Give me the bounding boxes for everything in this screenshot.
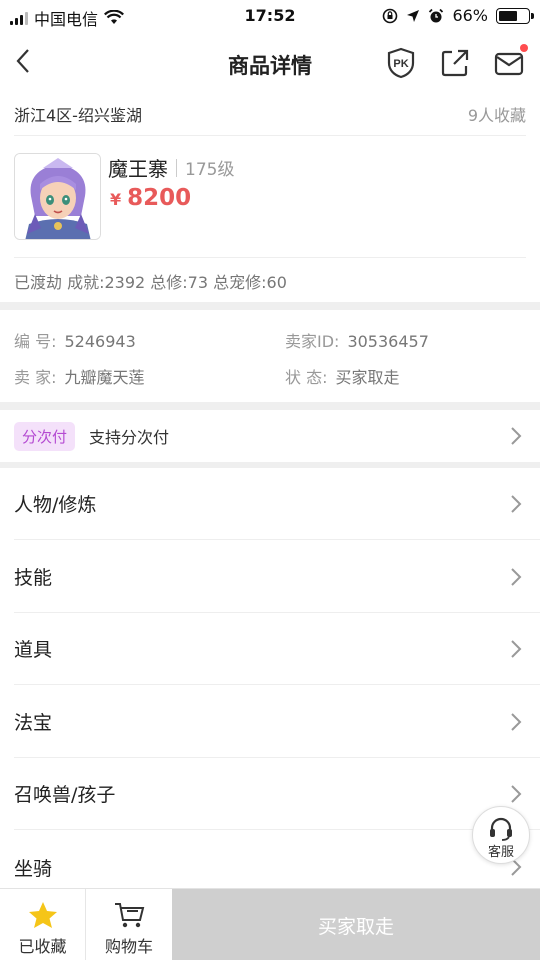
share-icon bbox=[441, 49, 469, 77]
headset-icon bbox=[490, 817, 512, 841]
character-level: 175级 bbox=[185, 160, 235, 180]
cart-label: 购物车 bbox=[104, 937, 153, 956]
menu-item-label: 法宝 bbox=[14, 712, 53, 734]
unread-dot bbox=[520, 44, 528, 52]
price: ¥ 8200 bbox=[110, 185, 191, 211]
server-row: 浙江4区-绍兴鉴湖 9人收藏 bbox=[14, 92, 526, 136]
buyer-taken-button[interactable]: 买家取走 bbox=[172, 889, 540, 960]
favorite-button[interactable]: 已收藏 bbox=[0, 889, 86, 960]
status-bar: 中国电信 17:52 66% bbox=[0, 0, 540, 34]
achievements-summary: 已渡劫 成就:2392 总修:73 总宠修:60 bbox=[14, 273, 287, 292]
favorite-label: 已收藏 bbox=[18, 937, 67, 956]
character-class: 魔王寨 bbox=[108, 157, 168, 181]
item-id-row: 编 号: 5246943 bbox=[14, 328, 136, 352]
detail-menu: 人物/修炼 技能 道具 法宝 召唤兽/孩子 坐骑 bbox=[0, 468, 540, 888]
chevron-right-icon bbox=[511, 427, 522, 445]
nav-bar: 商品详情 PK bbox=[0, 34, 540, 92]
cart-button[interactable]: 购物车 bbox=[86, 889, 172, 960]
chevron-right-icon bbox=[511, 713, 522, 731]
location-icon bbox=[407, 9, 420, 22]
pk-button[interactable]: PK bbox=[384, 46, 418, 80]
price-value: 8200 bbox=[127, 185, 192, 211]
menu-item-label: 人物/修炼 bbox=[14, 494, 97, 516]
character-avatar[interactable] bbox=[14, 153, 101, 240]
lock-rotation-icon bbox=[383, 8, 398, 23]
item-id-label: 编 号: bbox=[14, 332, 57, 351]
seller-id-row: 卖家ID: 30536457 bbox=[285, 328, 429, 352]
seller-id-label: 卖家ID: bbox=[285, 332, 340, 351]
installment-badge: 分次付 bbox=[14, 421, 76, 451]
status-value: 买家取走 bbox=[335, 368, 400, 387]
trade-details: 编 号: 5246943 卖家ID: 30536457 卖 家: 九瓣魔天莲 状 态:… bbox=[0, 310, 540, 402]
installment-row[interactable]: 分次付 支持分次付 bbox=[0, 410, 540, 462]
installment-text: 支持分次付 bbox=[89, 428, 170, 447]
seller-row: 卖 家: 九瓣魔天莲 bbox=[14, 364, 145, 388]
chevron-right-icon bbox=[511, 785, 522, 803]
divider bbox=[14, 257, 526, 258]
seller-id-value: 30536457 bbox=[347, 332, 429, 351]
chevron-right-icon bbox=[511, 640, 522, 658]
currency-symbol: ¥ bbox=[110, 190, 122, 209]
pk-icon: PK bbox=[387, 47, 415, 79]
menu-item-treasures[interactable]: 法宝 bbox=[14, 686, 540, 758]
favorite-count: 9人收藏 bbox=[467, 105, 526, 125]
menu-item-skills[interactable]: 技能 bbox=[14, 541, 540, 613]
share-button[interactable] bbox=[438, 46, 472, 80]
svg-text:PK: PK bbox=[393, 58, 408, 70]
menu-item-label: 道具 bbox=[14, 639, 53, 661]
menu-item-summons[interactable]: 召唤兽/孩子 bbox=[14, 758, 540, 830]
server-name: 浙江4区-绍兴鉴湖 bbox=[14, 105, 142, 125]
menu-item-items[interactable]: 道具 bbox=[14, 613, 540, 685]
seller-label: 卖 家: bbox=[14, 368, 57, 387]
menu-item-label: 技能 bbox=[14, 567, 53, 589]
menu-item-label: 坐骑 bbox=[14, 857, 53, 880]
back-icon bbox=[16, 49, 29, 73]
item-id-value: 5246943 bbox=[64, 332, 136, 351]
product-summary: 浙江4区-绍兴鉴湖 9人收藏 魔王寨 175级 ¥ 8200 已渡劫 成就:23… bbox=[0, 92, 540, 302]
battery-percent: 66% bbox=[452, 6, 488, 25]
customer-service-button[interactable]: 客服 bbox=[472, 806, 530, 864]
star-icon bbox=[28, 902, 57, 928]
battery-icon bbox=[496, 7, 534, 24]
menu-item-label: 召唤兽/孩子 bbox=[14, 784, 116, 806]
message-button[interactable] bbox=[492, 44, 528, 80]
back-button[interactable] bbox=[12, 46, 42, 76]
seller-name: 九瓣魔天莲 bbox=[64, 368, 145, 387]
character-title: 魔王寨 175级 bbox=[108, 153, 234, 182]
menu-item-character[interactable]: 人物/修炼 bbox=[14, 468, 540, 540]
chevron-right-icon bbox=[511, 495, 522, 513]
character-portrait bbox=[15, 154, 100, 239]
bottom-action-bar: 已收藏 购物车 买家取走 bbox=[0, 888, 540, 960]
status-row: 状 态: 买家取走 bbox=[285, 364, 400, 388]
status-label: 状 态: bbox=[285, 368, 328, 387]
title-divider bbox=[176, 158, 177, 177]
customer-service-label: 客服 bbox=[487, 845, 514, 860]
chevron-right-icon bbox=[511, 568, 522, 586]
cart-icon bbox=[115, 903, 145, 928]
alarm-icon bbox=[429, 8, 444, 22]
